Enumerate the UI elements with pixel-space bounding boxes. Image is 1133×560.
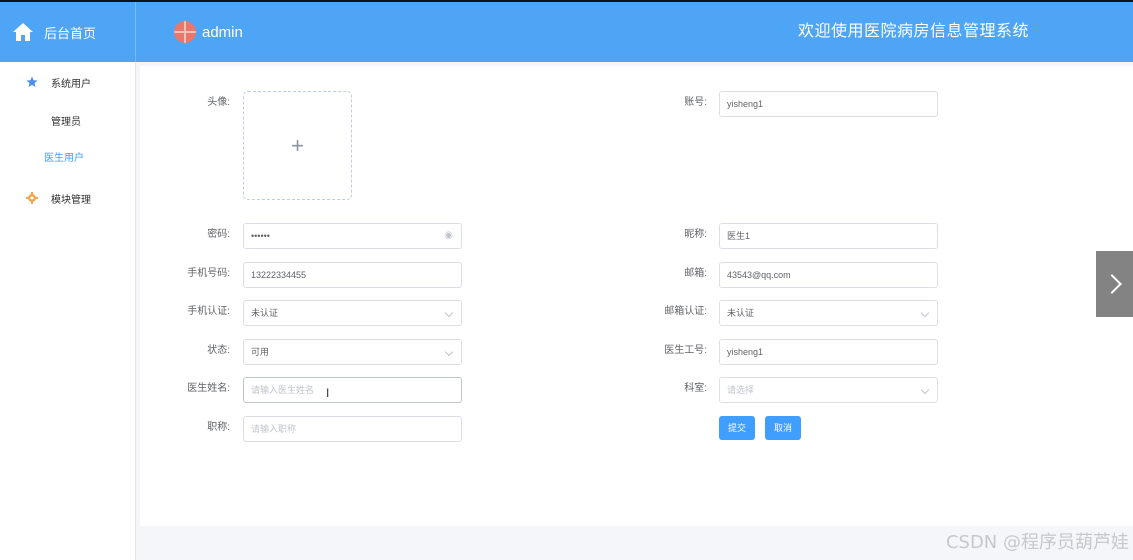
sidebar-menu-module-management[interactable]: 模块管理 bbox=[0, 180, 135, 216]
chevron-down-icon bbox=[444, 347, 454, 357]
chevron-down-icon bbox=[920, 308, 930, 318]
sidebar-menu-system-users[interactable]: 系统用户 bbox=[0, 64, 135, 100]
dept-label: 科室: bbox=[684, 383, 707, 394]
dept-placeholder: 请选择 bbox=[727, 385, 755, 395]
email-verify-select[interactable]: 未认证 bbox=[719, 300, 938, 326]
phone-verify-label: 手机认证: bbox=[187, 306, 230, 317]
status-select[interactable]: 可用 bbox=[243, 339, 462, 365]
password-value: •••••• bbox=[251, 231, 270, 241]
star-icon bbox=[26, 76, 38, 87]
email-label: 邮箱: bbox=[684, 268, 707, 279]
password-input[interactable]: •••••• ◉ bbox=[243, 223, 462, 249]
cancel-button[interactable]: 取消 bbox=[765, 416, 801, 440]
phone-verify-select[interactable]: 未认证 bbox=[243, 300, 462, 326]
doctor-name-label: 医生姓名: bbox=[187, 383, 230, 394]
next-page-button[interactable] bbox=[1096, 251, 1133, 317]
text-cursor-icon: I bbox=[326, 386, 330, 400]
submit-button[interactable]: 提交 bbox=[719, 416, 755, 440]
status-value: 可用 bbox=[251, 347, 270, 357]
title-label: 职称: bbox=[207, 422, 230, 433]
user-name: admin bbox=[202, 23, 243, 41]
email-verify-label: 邮箱认证: bbox=[664, 306, 707, 317]
chevron-down-icon bbox=[444, 308, 454, 318]
sidebar-item-label: 医生用户 bbox=[44, 152, 84, 164]
nickname-label: 昵称: bbox=[684, 229, 707, 240]
doctor-name-input[interactable]: 请输入医生姓名 bbox=[243, 377, 462, 403]
form-panel: 头像: + 账号: yisheng1 密码: •••••• ◉ 昵称: 医生1 … bbox=[140, 66, 1133, 526]
dept-select[interactable]: 请选择 bbox=[719, 377, 938, 403]
phone-label: 手机号码: bbox=[187, 268, 230, 279]
sidebar: 系统用户 管理员 医生用户 模块管理 bbox=[0, 62, 136, 560]
eye-icon[interactable]: ◉ bbox=[444, 224, 453, 248]
header-bar: 后台首页 admin 欢迎使用医院病房信息管理系统 bbox=[0, 2, 1133, 62]
title-input[interactable]: 请输入职称 bbox=[243, 416, 462, 442]
home-icon bbox=[13, 23, 33, 41]
chevron-right-icon bbox=[1101, 274, 1122, 294]
watermark: CSDN @程序员葫芦娃 bbox=[945, 532, 1129, 553]
account-input[interactable]: yisheng1 bbox=[719, 91, 938, 117]
user-avatar bbox=[174, 21, 196, 43]
avatar-uploader[interactable]: + bbox=[243, 91, 352, 200]
phone-input[interactable]: 13222334455 bbox=[243, 262, 462, 288]
avatar-label: 头像: bbox=[207, 97, 230, 108]
user-menu[interactable]: admin bbox=[174, 2, 243, 62]
doctor-no-input[interactable]: yisheng1 bbox=[719, 339, 938, 365]
account-label: 账号: bbox=[684, 97, 707, 108]
password-label: 密码: bbox=[207, 229, 230, 240]
nickname-input[interactable]: 医生1 bbox=[719, 223, 938, 249]
plus-icon: + bbox=[291, 132, 304, 158]
sidebar-item-doctor-users[interactable]: 医生用户 bbox=[0, 138, 135, 174]
status-label: 状态: bbox=[207, 345, 230, 356]
chevron-down-icon bbox=[920, 385, 930, 395]
sidebar-item-admin[interactable]: 管理员 bbox=[0, 102, 135, 138]
email-input[interactable]: 43543@qq.com bbox=[719, 262, 938, 288]
sidebar-item-label: 管理员 bbox=[51, 116, 81, 128]
system-title: 欢迎使用医院病房信息管理系统 bbox=[797, 23, 1029, 40]
sidebar-menu-label: 系统用户 bbox=[51, 78, 91, 90]
gear-icon bbox=[26, 192, 38, 204]
home-link[interactable]: 后台首页 bbox=[0, 2, 136, 62]
home-label: 后台首页 bbox=[44, 25, 97, 41]
doctor-no-label: 医生工号: bbox=[664, 345, 707, 356]
sidebar-menu-label: 模块管理 bbox=[51, 194, 91, 206]
email-verify-value: 未认证 bbox=[727, 308, 755, 318]
phone-verify-value: 未认证 bbox=[251, 308, 279, 318]
